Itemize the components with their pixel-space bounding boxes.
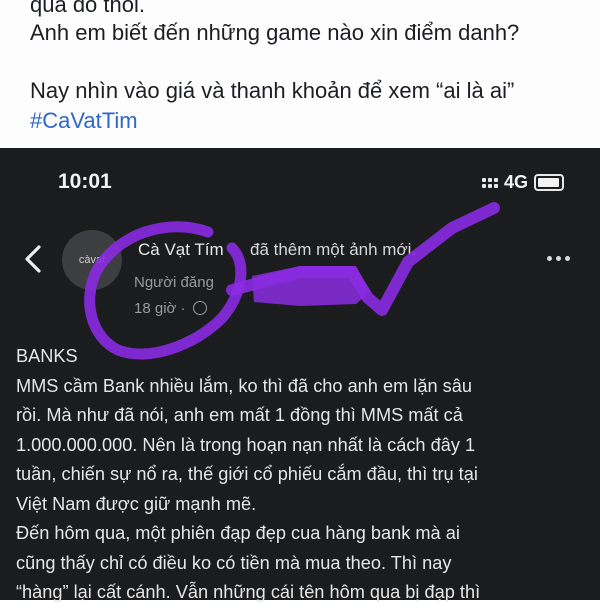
avatar-text: càvạt bbox=[78, 254, 106, 266]
caption-cut-line: qua đó thôi. bbox=[30, 0, 145, 17]
globe-icon bbox=[192, 301, 207, 315]
caption-line-1: Anh em biết đến những game nào xin điểm … bbox=[30, 20, 520, 45]
phone-screenshot: 10:01 4G càvạt Cà Vạt Tím đã thêm một ản… bbox=[0, 148, 600, 602]
post-body-line: “hàng” lại cất cánh. Vẫn những cái tên h… bbox=[16, 582, 481, 602]
caption-line-2: Nay nhìn vào giá và thanh khoản để xem “… bbox=[30, 78, 515, 103]
post-body-line: Đến hôm qua, một phiên đạp đẹp cua hàng … bbox=[16, 523, 460, 543]
status-icons: 4G bbox=[481, 172, 564, 193]
post-action-text: đã thêm một ảnh mới. bbox=[250, 240, 417, 259]
post-subtitle: Người đăng bbox=[134, 274, 214, 291]
post-body-line: tuần, chiến sự nổ ra, thế giới cổ phiếu … bbox=[16, 464, 478, 484]
network-label: 4G bbox=[503, 172, 528, 192]
signal-icon bbox=[481, 177, 498, 188]
avatar[interactable]: càvạt bbox=[62, 230, 122, 290]
post-body-line: 1.000.000.000. Nên là trong hoạn nạn nhấ… bbox=[16, 434, 476, 455]
more-options-icon[interactable] bbox=[547, 256, 570, 261]
post-body-line: rồi. Mà như đã nói, anh em mất 1 đồng th… bbox=[16, 405, 463, 425]
back-arrow-icon[interactable] bbox=[20, 244, 46, 274]
post-body-line: cũng thấy chỉ có điều ko có tiền mà mua … bbox=[16, 552, 452, 573]
post-body: BANKS MMS cầm Bank nhiều lắm, ko thì đã … bbox=[16, 342, 588, 608]
post-author-name[interactable]: Cà Vạt Tím bbox=[138, 240, 224, 260]
hashtag-link[interactable]: #CaVatTim bbox=[30, 108, 138, 134]
post-body-line: Việt Nam được giữ mạnh mẽ. bbox=[16, 493, 257, 514]
shared-post-caption: qua đó thôi. Anh em biết đến những game … bbox=[0, 0, 600, 148]
status-time: 10:01 bbox=[58, 170, 112, 193]
battery-icon bbox=[534, 174, 564, 191]
post-timestamp: 18 giờ · bbox=[134, 300, 207, 317]
post-time-text: 18 giờ · bbox=[134, 300, 186, 317]
post-body-line: BANKS bbox=[16, 346, 78, 366]
post-body-line: MMS cầm Bank nhiều lắm, ko thì đã cho an… bbox=[16, 375, 472, 396]
